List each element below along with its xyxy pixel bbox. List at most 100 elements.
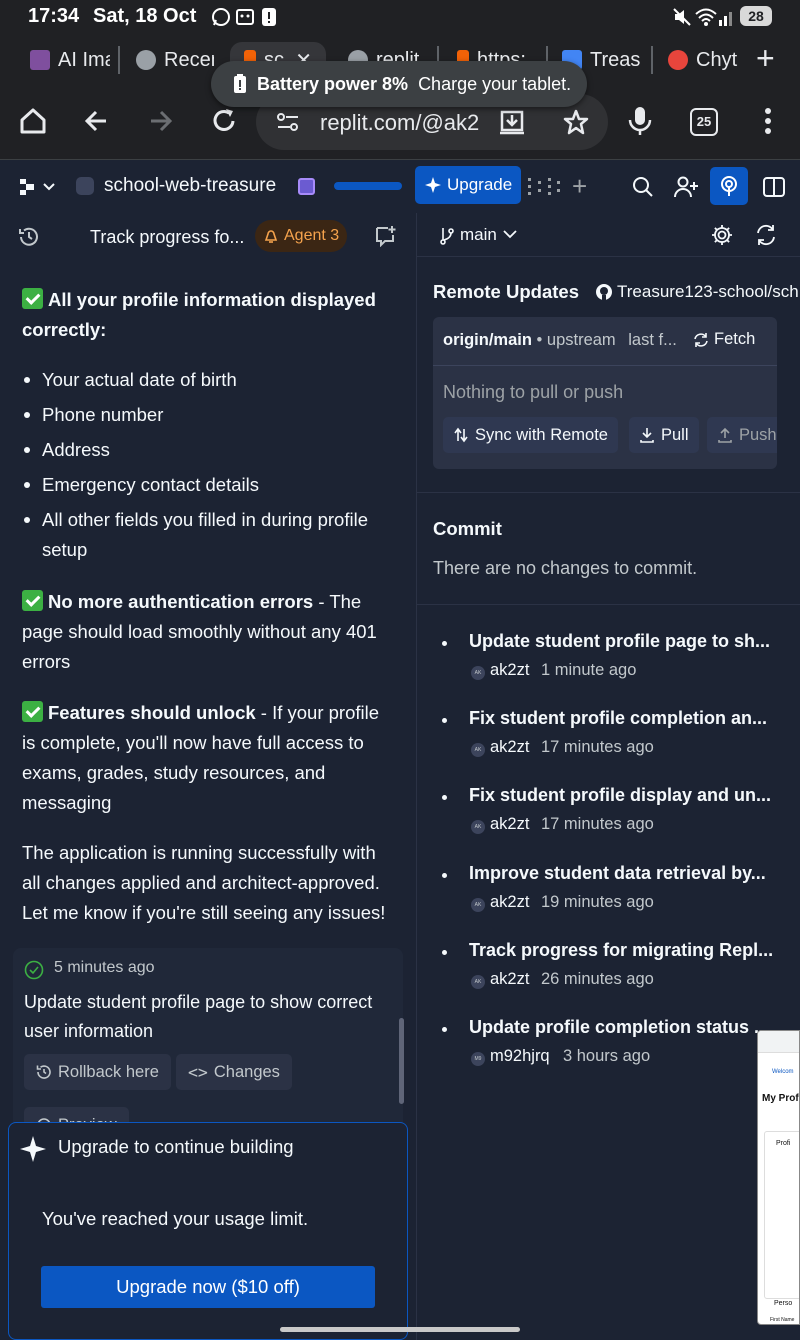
- tab-count: 25: [696, 114, 712, 129]
- more-menu-icon[interactable]: [754, 106, 786, 138]
- sync-with-remote-button[interactable]: Sync with Remote: [443, 417, 618, 453]
- section-heading: Features should unlock: [48, 702, 256, 723]
- thumbnail-toolbar: [758, 1031, 799, 1053]
- sync-arrows-icon: [453, 427, 469, 443]
- agent-bar: Track progress fo... Agent 3: [0, 211, 410, 263]
- thread-title[interactable]: Track progress fo...: [90, 227, 244, 248]
- mute-icon: [672, 7, 692, 27]
- fetch-button[interactable]: Fetch: [693, 330, 755, 349]
- repo-name[interactable]: Treasure123-school/sch: [617, 282, 799, 302]
- commit-dot: [442, 795, 447, 800]
- reload-icon[interactable]: [209, 106, 241, 138]
- pull-button[interactable]: Pull: [629, 417, 699, 453]
- battery-warning-icon: [233, 74, 247, 94]
- new-tab-plus-icon[interactable]: +: [756, 42, 775, 74]
- site-settings-icon[interactable]: [276, 111, 300, 133]
- commit-message: Update profile completion status ...: [469, 1017, 770, 1037]
- no-changes-text: There are no changes to commit.: [433, 558, 698, 578]
- thumbnail-welcome: Welcom: [772, 1069, 794, 1075]
- loading-dots-icon: [528, 178, 562, 196]
- commit-dot: [442, 718, 447, 723]
- tab-switcher-button[interactable]: 25: [690, 108, 718, 136]
- nothing-to-sync: Nothing to pull or push: [443, 382, 624, 402]
- replit-header: school-web-treasure Upgrade +: [0, 161, 800, 211]
- deploy-icon[interactable]: [710, 167, 748, 205]
- url-text[interactable]: replit.com/@ak2: [320, 110, 480, 136]
- pull-label: Pull: [661, 425, 689, 444]
- fetch-label: Fetch: [714, 330, 756, 348]
- commit-author: m92hjrq: [490, 1047, 550, 1065]
- section-divider: [417, 492, 800, 493]
- rollback-button[interactable]: Rollback here: [24, 1054, 171, 1090]
- commit-message: Update student profile page to sh...: [469, 631, 771, 651]
- changes-button[interactable]: <> Changes: [176, 1054, 292, 1090]
- github-icon: [595, 283, 613, 301]
- new-chat-icon[interactable]: [375, 225, 397, 247]
- thumbnail-section: Perso: [774, 1300, 793, 1307]
- tab-label: Chyt: [696, 48, 738, 71]
- alert-icon: [261, 7, 277, 27]
- branch-selector[interactable]: main: [460, 225, 497, 245]
- history-icon[interactable]: [18, 226, 40, 248]
- replit-menu-icon[interactable]: [20, 179, 58, 195]
- push-button[interactable]: Push: [707, 417, 777, 453]
- microphone-icon[interactable]: [626, 106, 658, 138]
- preview-thumbnail[interactable]: Welcom My Prof Profi Perso First Name: [757, 1030, 800, 1325]
- tab-ai-image[interactable]: AI Ima: [30, 42, 110, 78]
- commit-message: Improve student data retrieval by...: [469, 863, 766, 883]
- remote-updates-title: Remote Updates: [433, 281, 579, 302]
- battery-percent: 28: [748, 8, 764, 24]
- tab-label: Recen: [164, 48, 214, 71]
- section-divider: [417, 604, 800, 605]
- commit-time: 17 minutes ago: [541, 815, 654, 833]
- pull-icon: [639, 427, 655, 443]
- toast-text: Charge your tablet.: [418, 73, 572, 94]
- date: Sat, 18 Oct: [93, 5, 197, 27]
- tab-favicon-icon: [30, 50, 50, 70]
- sync-label: Sync with Remote: [475, 425, 608, 444]
- forward-arrow-icon[interactable]: [145, 106, 177, 138]
- agent-bell-icon: [263, 228, 279, 244]
- upgrade-label: Upgrade: [447, 175, 513, 194]
- commit-author: ak2zt: [490, 661, 530, 679]
- gear-icon[interactable]: [711, 224, 733, 246]
- tab-divider: [651, 46, 653, 74]
- rollback-icon: [36, 1064, 52, 1080]
- bookmark-star-icon[interactable]: [562, 108, 590, 136]
- sidebar-toggle-icon[interactable]: [763, 176, 785, 198]
- commit-dot: [442, 641, 447, 646]
- back-arrow-icon[interactable]: [82, 106, 114, 138]
- upgrade-now-button[interactable]: Upgrade now ($10 off): [41, 1266, 375, 1308]
- agent-closing-message: The application is running successfully …: [22, 842, 386, 923]
- commit-author: ak2zt: [490, 815, 530, 833]
- gesture-home-bar[interactable]: [280, 1327, 520, 1332]
- origin-branch: origin/main: [443, 331, 532, 349]
- clock: 17:34: [28, 5, 80, 27]
- upgrade-panel: Upgrade to continue building You've reac…: [8, 1122, 408, 1340]
- home-icon[interactable]: [18, 106, 50, 138]
- changes-label: Changes: [213, 1062, 280, 1081]
- tab-chyt[interactable]: Chyt: [668, 42, 738, 78]
- agent-pane: Track progress fo... Agent 3 All your pr…: [0, 211, 410, 1340]
- list-item: Address: [22, 435, 392, 465]
- checkmark-icon: [22, 590, 43, 611]
- upgrade-button[interactable]: Upgrade: [415, 166, 521, 204]
- download-icon[interactable]: [498, 108, 526, 136]
- remote-box: origin/main • upstream last f... Fetch N…: [433, 317, 777, 469]
- commit-message: Fix student profile completion an...: [469, 708, 768, 728]
- rollback-label: Rollback here: [58, 1062, 159, 1081]
- scrollbar-thumb[interactable]: [399, 1018, 404, 1104]
- chevron-down-icon[interactable]: [503, 229, 517, 239]
- usage-limit-message: You've reached your usage limit.: [42, 1208, 309, 1229]
- search-icon[interactable]: [632, 176, 654, 198]
- avatar: AK: [471, 975, 485, 989]
- checkmark-icon: [22, 701, 43, 722]
- battery-toast: Battery power 8% Charge your tablet.: [211, 61, 587, 107]
- upstream-label: upstream: [546, 331, 616, 349]
- refresh-icon[interactable]: [755, 224, 777, 246]
- new-tab-plus-icon[interactable]: +: [572, 171, 587, 202]
- tab-recent[interactable]: Recen: [136, 42, 214, 78]
- push-label: Push: [739, 425, 777, 444]
- invite-user-icon[interactable]: [674, 176, 698, 198]
- project-name[interactable]: school-web-treasure: [104, 175, 276, 197]
